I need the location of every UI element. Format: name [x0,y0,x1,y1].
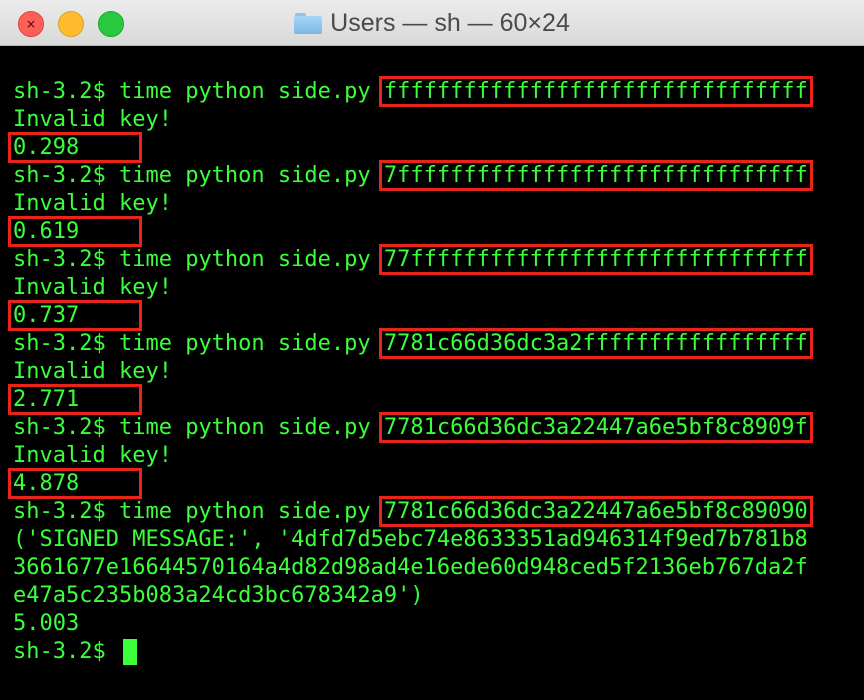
command-text: time python side.py [118,79,384,104]
output-line: Invalid key! [13,274,172,302]
output-line: 5.003 [13,610,79,638]
output-line: Invalid key! [13,106,172,134]
command-line: sh-3.2$ [13,638,137,666]
output-text: 5.003 [13,611,80,636]
window-title-group: Users — sh — 60×24 [0,0,864,46]
command-text: time python side.py [118,415,384,440]
timing-value-highlighted: 0.298 [7,132,143,163]
output-line: Invalid key! [13,190,172,218]
folder-icon [294,12,323,34]
terminal-output[interactable]: sh-3.2$ time python side.py ffffffffffff… [0,46,864,700]
shell-prompt: sh-3.2$ [13,247,119,272]
command-line: sh-3.2$ time python side.py ffffffffffff… [13,76,813,107]
output-line: Invalid key! [13,358,172,386]
output-text: Invalid key! [13,275,172,300]
output-line: 3661677e16644570164a4d82d98ad4e16ede60d9… [13,554,808,582]
output-line: e47a5c235b083a24cd3bc678342a9') [13,582,424,610]
timing-line: 0.737 [7,300,143,331]
shell-prompt: sh-3.2$ [13,331,119,356]
command-line: sh-3.2$ time python side.py 7781c66d36dc… [13,328,813,359]
command-text: time python side.py [118,499,384,524]
window-title: Users — sh — 60×24 [330,8,570,37]
output-text: Invalid key! [13,359,172,384]
output-text: e47a5c235b083a24cd3bc678342a9') [13,583,424,608]
timing-value-highlighted: 0.619 [7,216,143,247]
timing-value-highlighted: 4.878 [7,468,143,499]
key-argument-highlighted: 7781c66d36dc3a22447a6e5bf8c89090 [378,496,813,527]
timing-line: 2.771 [7,384,143,415]
command-line: sh-3.2$ time python side.py 7fffffffffff… [13,160,813,191]
command-line: sh-3.2$ time python side.py 7781c66d36dc… [13,496,813,527]
title-bar[interactable]: × Users — sh — 60×24 [0,0,864,46]
timing-line: 4.878 [7,468,143,499]
terminal-window: × Users — sh — 60×24 sh-3.2$ time python… [0,0,864,700]
shell-prompt: sh-3.2$ [13,415,119,440]
timing-value-highlighted: 0.737 [7,300,143,331]
shell-prompt: sh-3.2$ [13,163,119,188]
output-text: Invalid key! [13,191,172,216]
output-text: ('SIGNED MESSAGE:', '4dfd7d5ebc74e863335… [13,527,808,552]
key-argument-highlighted: 7fffffffffffffffffffffffffffffff [378,160,813,191]
key-argument-highlighted: 77ffffffffffffffffffffffffffffff [378,244,813,275]
timing-line: 0.619 [7,216,143,247]
timing-line: 0.298 [7,132,143,163]
command-text: time python side.py [118,247,384,272]
key-argument-highlighted: 7781c66d36dc3a22447a6e5bf8c8909f [378,412,813,443]
command-text: time python side.py [118,163,384,188]
key-argument-highlighted: ffffffffffffffffffffffffffffffff [378,76,813,107]
text-cursor [122,639,137,665]
output-text: Invalid key! [13,443,172,468]
timing-value-highlighted: 2.771 [7,384,143,415]
command-line: sh-3.2$ time python side.py 77ffffffffff… [13,244,813,275]
output-text: Invalid key! [13,107,172,132]
command-text: time python side.py [118,331,384,356]
key-argument-highlighted: 7781c66d36dc3a2fffffffffffffffff [378,328,813,359]
command-line: sh-3.2$ time python side.py 7781c66d36dc… [13,412,813,443]
output-line: ('SIGNED MESSAGE:', '4dfd7d5ebc74e863335… [13,526,808,554]
shell-prompt: sh-3.2$ [13,639,119,664]
shell-prompt: sh-3.2$ [13,499,119,524]
output-text: 3661677e16644570164a4d82d98ad4e16ede60d9… [13,555,808,580]
output-line: Invalid key! [13,442,172,470]
shell-prompt: sh-3.2$ [13,79,119,104]
